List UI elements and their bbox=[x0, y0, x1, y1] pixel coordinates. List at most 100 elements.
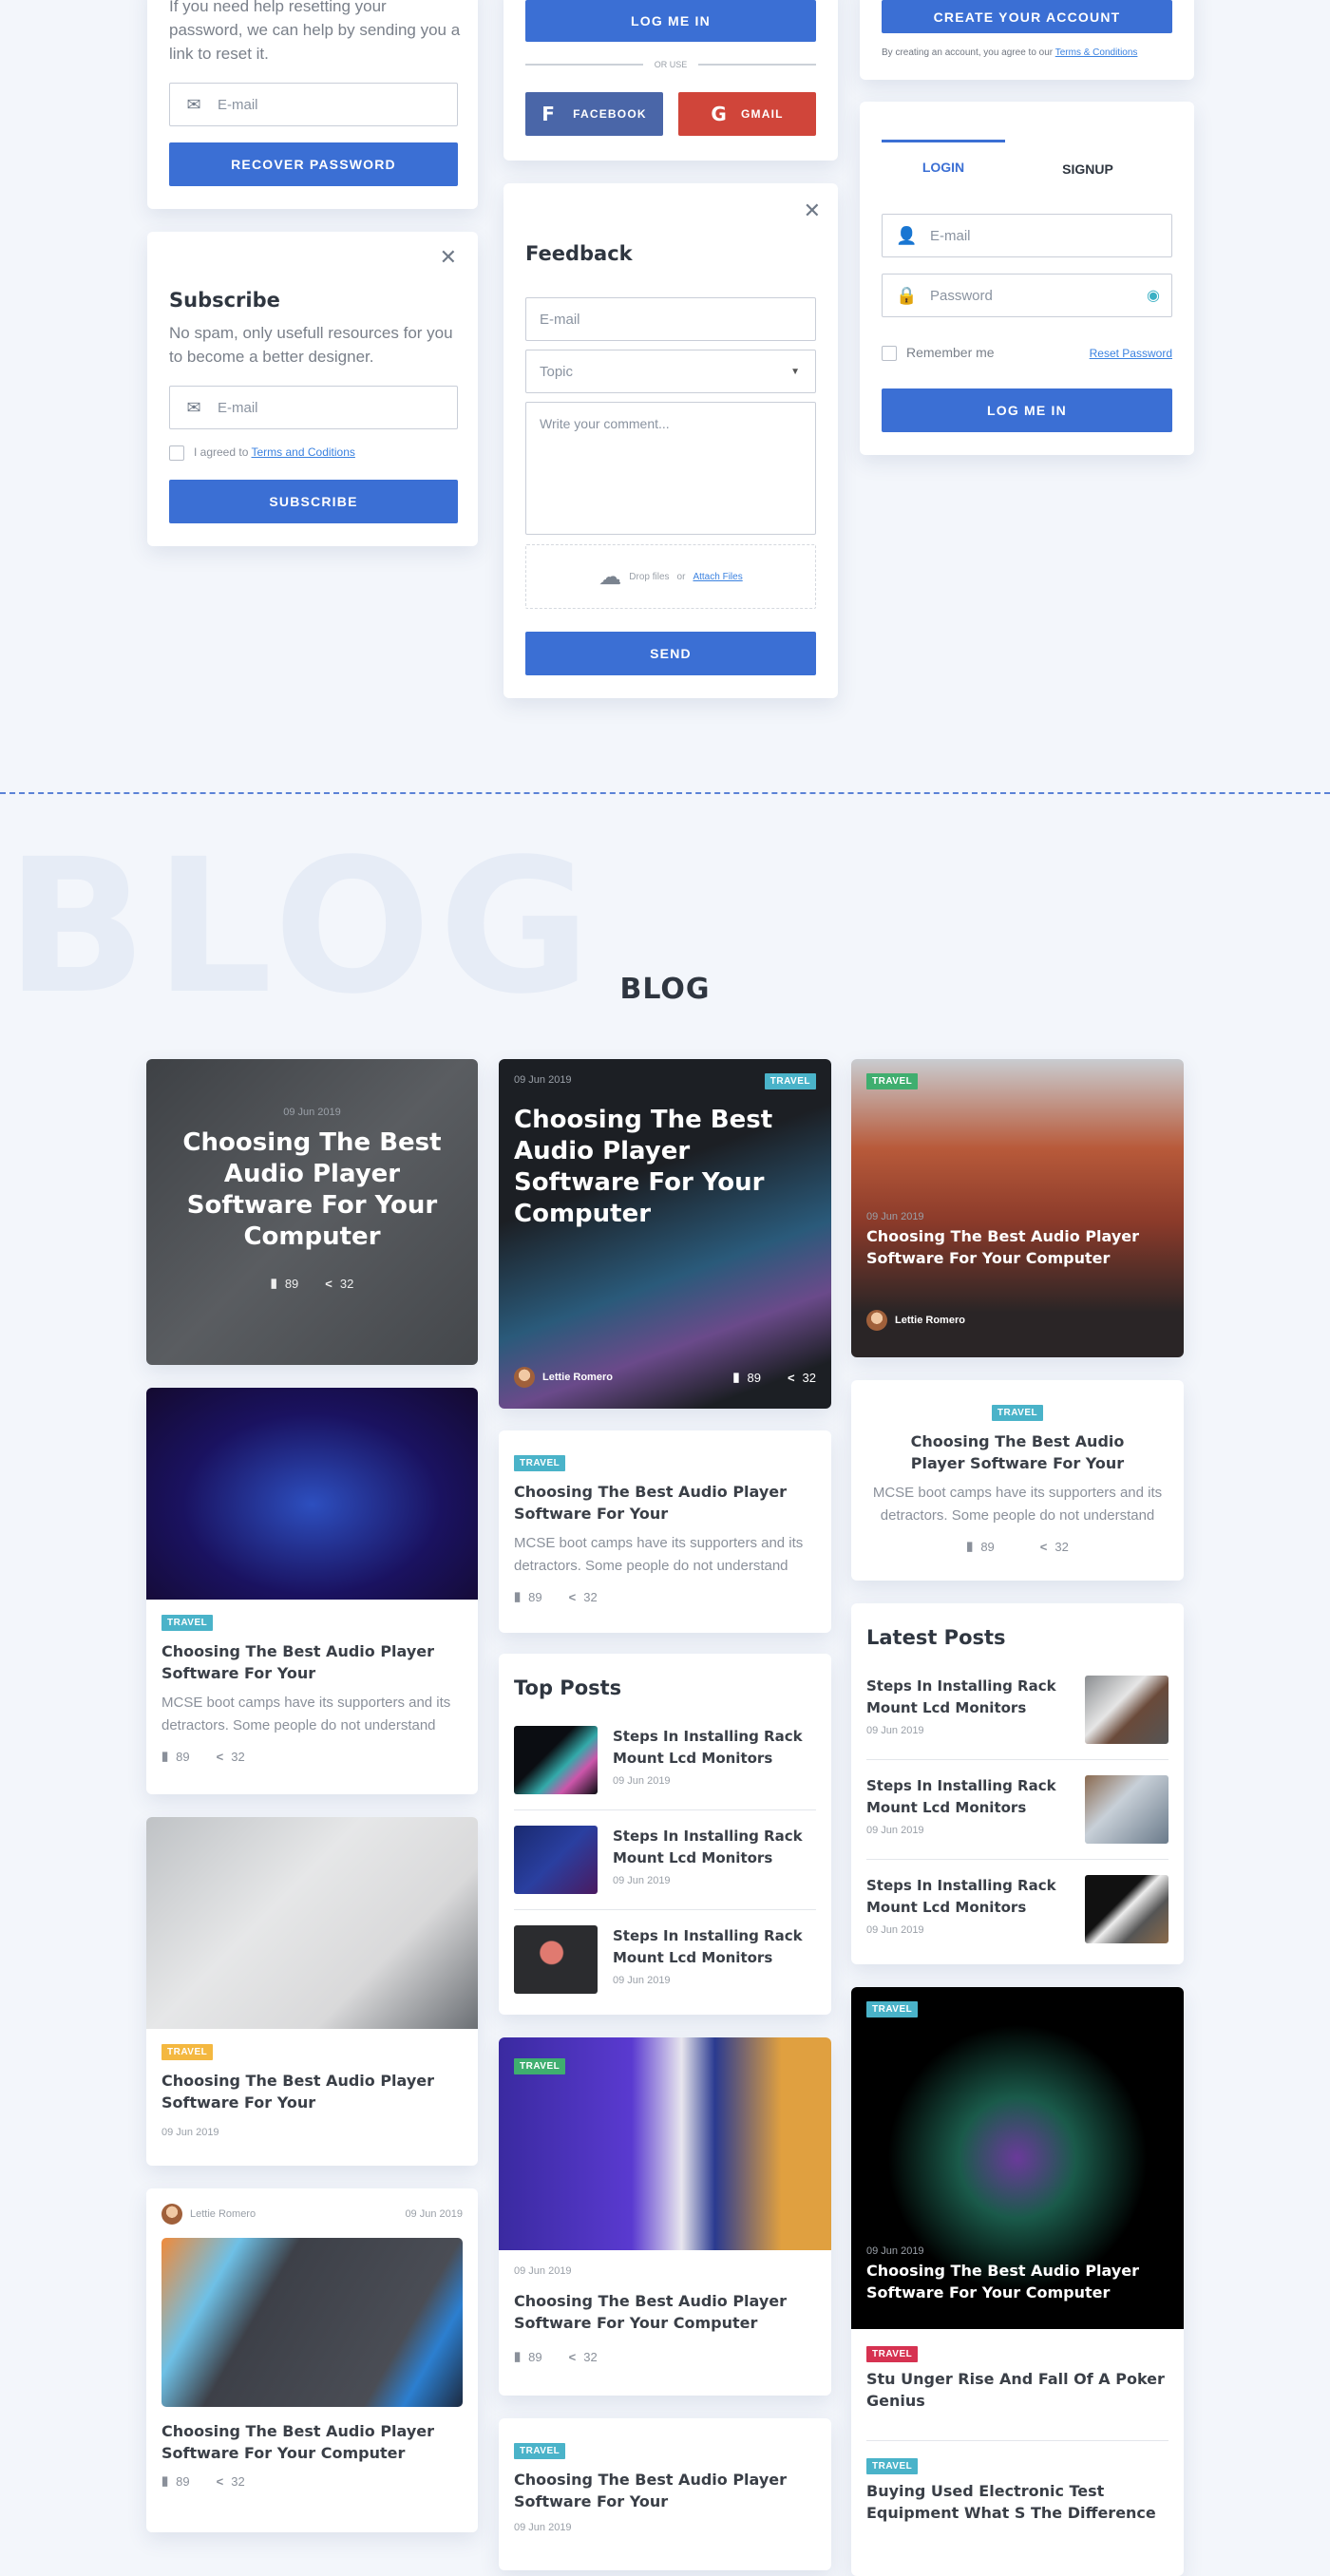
category-badge[interactable]: TRAVEL bbox=[514, 1455, 566, 1471]
close-icon[interactable]: ✕ bbox=[440, 245, 457, 270]
post-excerpt: MCSE boot camps have its supporters and … bbox=[514, 1535, 804, 1574]
category-badge[interactable]: TRAVEL bbox=[514, 2443, 566, 2459]
blog-card[interactable]: Lettie Romero 09 Jun 2019 Choosing The Be… bbox=[146, 2188, 478, 2532]
post-image[interactable]: TRAVEL 09 Jun 2019 Choosing The Best Aud… bbox=[851, 1987, 1184, 2329]
envelope-icon: ✉ bbox=[186, 94, 201, 114]
post-thumbnail bbox=[1085, 1676, 1168, 1744]
post-thumbnail bbox=[514, 1726, 598, 1794]
comment-icon: ▮ bbox=[514, 1589, 522, 1603]
email-field[interactable]: 👤 E-mail bbox=[882, 214, 1172, 257]
category-badge[interactable]: TRAVEL bbox=[162, 1615, 214, 1631]
blog-list-card: TRAVEL 09 Jun 2019 Choosing The Best Aud… bbox=[851, 1987, 1184, 2576]
tab-login[interactable]: Login bbox=[882, 140, 1005, 175]
category-badge[interactable]: TRAVEL bbox=[866, 1073, 919, 1089]
category-badge[interactable]: TRAVEL bbox=[866, 2001, 919, 2017]
category-badge: TRAVEL bbox=[866, 2458, 919, 2474]
post-title[interactable]: Choosing The Best Audio Player Software … bbox=[866, 2260, 1151, 2303]
post-title[interactable]: Choosing The Best Audio Player Software … bbox=[514, 2290, 816, 2334]
blog-card[interactable]: TRAVEL Choosing The Best Audio Player So… bbox=[146, 1388, 478, 1794]
avatar bbox=[866, 1310, 887, 1331]
post-title[interactable]: Choosing The Best Audio Player Software … bbox=[162, 2420, 463, 2464]
eye-icon[interactable]: ◉ bbox=[1147, 286, 1160, 305]
category-badge[interactable]: TRAVEL bbox=[514, 2058, 566, 2074]
gmail-button[interactable]: G Gmail bbox=[678, 92, 816, 136]
reset-password-link[interactable]: Reset Password bbox=[1090, 347, 1172, 360]
post-meta: ▮ 89 <32 bbox=[162, 2473, 245, 2489]
post-meta: ▮ 89 <32 bbox=[162, 1749, 245, 1764]
section-divider bbox=[0, 792, 1330, 794]
file-drop-zone[interactable]: ☁ Drop files or Attach Files bbox=[525, 544, 816, 609]
category-badge[interactable]: TRAVEL bbox=[162, 2044, 214, 2060]
log-in-button[interactable]: Log me in bbox=[525, 0, 816, 42]
author-name: Lettie Romero bbox=[190, 2207, 256, 2220]
post-title[interactable]: Choosing The Best Audio Player Software … bbox=[866, 1430, 1168, 1474]
blog-card[interactable]: TRAVEL Choosing The Best Audio Player So… bbox=[499, 1430, 831, 1633]
category-badge[interactable]: TRAVEL bbox=[764, 1073, 816, 1089]
blog-card[interactable]: 09 Jun 2019 TRAVEL Choosing The Best Aud… bbox=[499, 1059, 831, 1409]
post-title[interactable]: Choosing The Best Audio Player Software … bbox=[162, 1640, 463, 1684]
post-meta: ▮ 89 <32 bbox=[514, 2349, 598, 2364]
create-terms: By creating an account, you agree to our… bbox=[882, 47, 1138, 58]
google-icon: G bbox=[711, 103, 728, 125]
post-title[interactable]: Choosing The Best Audio Player Software … bbox=[146, 1118, 478, 1262]
facebook-button[interactable]: f Facebook bbox=[525, 92, 663, 136]
post-title: Buying Used Electronic Test Equipment Wh… bbox=[866, 2482, 1156, 2522]
post-thumbnail bbox=[514, 1925, 598, 1994]
password-field[interactable]: 🔒 Password ◉ bbox=[882, 274, 1172, 317]
subscribe-text: No spam, only usefull resources for you … bbox=[169, 324, 453, 366]
post-date: 09 Jun 2019 bbox=[866, 1211, 924, 1222]
agree-checkbox[interactable] bbox=[169, 445, 184, 461]
blog-card[interactable]: TRAVEL 09 Jun 2019 Choosing The Best Aud… bbox=[851, 1059, 1184, 1357]
send-button[interactable]: Send bbox=[525, 632, 816, 675]
subscribe-button[interactable]: Subscribe bbox=[169, 480, 458, 523]
post-date: 09 Jun 2019 bbox=[866, 2245, 924, 2257]
comment-textarea[interactable]: Write your comment... bbox=[525, 402, 816, 535]
category-badge[interactable]: TRAVEL bbox=[991, 1405, 1044, 1421]
comment-icon: ▮ bbox=[732, 1370, 740, 1384]
list-item[interactable]: Steps In Installing Rack Mount Lcd Monit… bbox=[514, 1810, 816, 1910]
email-field[interactable]: ✉ E-mail bbox=[169, 386, 458, 429]
post-title[interactable]: Choosing The Best Audio Player Software … bbox=[514, 1105, 799, 1230]
tab-signup[interactable]: Signup bbox=[1026, 156, 1150, 177]
list-item[interactable]: Steps In Installing Rack Mount Lcd Monit… bbox=[514, 1910, 816, 2009]
email-field[interactable]: E-mail bbox=[525, 297, 816, 341]
terms-link[interactable]: Terms & Conditions bbox=[1055, 47, 1138, 58]
login-card: Login Signup 👤 E-mail 🔒 Password ◉ Remember… bbox=[860, 102, 1194, 455]
list-item[interactable]: TRAVEL Buying Used Electronic Test Equipm… bbox=[866, 2441, 1168, 2539]
post-footer: Lettie Romero ▮ 89 <32 bbox=[514, 1367, 816, 1388]
blog-card[interactable]: TRAVEL Choosing The Best Audio Player So… bbox=[851, 1380, 1184, 1581]
list-item[interactable]: Steps In Installing Rack Mount Lcd Monit… bbox=[866, 1660, 1168, 1760]
log-in-button[interactable]: Log me in bbox=[882, 388, 1172, 432]
post-title[interactable]: Choosing The Best Audio Player Software … bbox=[514, 2469, 816, 2512]
list-item[interactable]: Steps In Installing Rack Mount Lcd Monit… bbox=[514, 1711, 816, 1810]
blog-card[interactable]: TRAVEL Choosing The Best Audio Player So… bbox=[146, 1817, 478, 2166]
subscribe-card: ✕ Subscribe No spam, only usefull resour… bbox=[147, 232, 478, 546]
remember-checkbox[interactable] bbox=[882, 346, 897, 362]
list-item[interactable]: TRAVEL Stu Unger Rise And Fall Of A Poker… bbox=[866, 2329, 1168, 2441]
post-image bbox=[162, 2238, 463, 2407]
close-icon[interactable]: ✕ bbox=[804, 199, 821, 223]
post-title[interactable]: Choosing The Best Audio Player Software … bbox=[162, 2070, 463, 2113]
recover-password-button[interactable]: Recover Password bbox=[169, 142, 458, 186]
recover-password-card: If you need help resetting your password… bbox=[147, 0, 478, 209]
agree-label: I agreed to bbox=[194, 445, 249, 460]
post-meta: ▮ 89 <32 bbox=[966, 1539, 1069, 1554]
category-badge: TRAVEL bbox=[866, 2346, 919, 2362]
blog-card[interactable]: TRAVEL 09 Jun 2019 Choosing The Best Aud… bbox=[499, 2037, 831, 2396]
post-title[interactable]: Choosing The Best Audio Player Software … bbox=[514, 1481, 816, 1525]
blog-card[interactable]: 09 Jun 2019 Choosing The Best Audio Play… bbox=[146, 1059, 478, 1365]
share-icon: < bbox=[568, 1589, 577, 1604]
post-date: 09 Jun 2019 bbox=[162, 2127, 219, 2138]
card-overlay: 09 Jun 2019 Choosing The Best Audio Play… bbox=[146, 1107, 478, 1291]
blog-card[interactable]: TRAVEL Choosing The Best Audio Player So… bbox=[499, 2418, 831, 2570]
post-date: 09 Jun 2019 bbox=[514, 1074, 572, 1086]
attach-files-link[interactable]: Attach Files bbox=[693, 572, 742, 582]
post-title[interactable]: Choosing The Best Audio Player Software … bbox=[866, 1225, 1151, 1269]
topic-select[interactable]: Topic ▼ bbox=[525, 350, 816, 393]
terms-link[interactable]: Terms and Coditions bbox=[252, 445, 355, 459]
create-account-button[interactable]: Create your account bbox=[882, 0, 1172, 33]
list-item[interactable]: Steps In Installing Rack Mount Lcd Monit… bbox=[866, 1760, 1168, 1860]
email-field[interactable]: ✉ E-mail bbox=[169, 83, 458, 126]
share-icon: < bbox=[568, 2349, 577, 2364]
list-item[interactable]: Steps In Installing Rack Mount Lcd Monit… bbox=[866, 1860, 1168, 1959]
